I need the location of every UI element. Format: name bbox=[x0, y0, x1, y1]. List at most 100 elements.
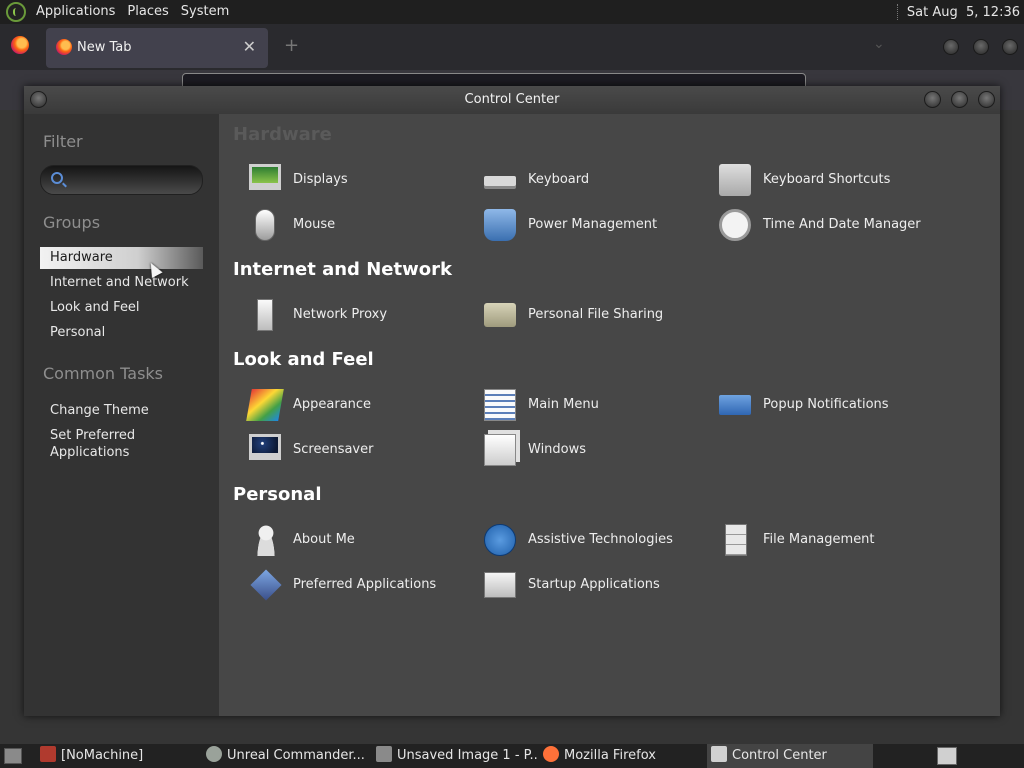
assistive-technologies-icon bbox=[484, 524, 516, 556]
filter-input[interactable] bbox=[40, 165, 203, 195]
task-nomachine[interactable]: [NoMachine] bbox=[40, 744, 200, 768]
panel-menu: Applications Places System bbox=[30, 0, 235, 24]
main-menu-icon bbox=[484, 389, 516, 421]
distro-logo-icon[interactable] bbox=[6, 2, 26, 22]
minimize-button[interactable] bbox=[943, 39, 959, 55]
sidebar-item-internet-and-network[interactable]: Internet and Network bbox=[40, 272, 203, 294]
item-label: Startup Applications bbox=[528, 577, 660, 592]
maximize-button[interactable] bbox=[973, 39, 989, 55]
task-change-theme[interactable]: Change Theme bbox=[50, 402, 200, 419]
popup-notifications-icon bbox=[719, 395, 751, 415]
nomachine-icon bbox=[40, 746, 56, 762]
about-me-icon bbox=[255, 524, 277, 556]
task-label: [NoMachine] bbox=[61, 748, 144, 763]
control-center-icon bbox=[711, 746, 727, 762]
keyboard-icon bbox=[484, 176, 516, 186]
groups-heading: Groups bbox=[43, 213, 101, 232]
item-label: Main Menu bbox=[528, 397, 599, 412]
item-assistive-technologies[interactable]: Assistive Technologies bbox=[484, 522, 714, 558]
network-proxy-icon bbox=[257, 299, 273, 331]
firefox-tabbar: New Tab ✕ + ⌄ bbox=[0, 24, 1024, 70]
item-label: File Management bbox=[763, 532, 875, 547]
common-tasks-heading: Common Tasks bbox=[43, 364, 164, 383]
sidebar-item-hardware[interactable]: Hardware bbox=[40, 247, 203, 269]
close-tab-icon[interactable]: ✕ bbox=[243, 37, 256, 56]
item-preferred-applications[interactable]: Preferred Applications bbox=[249, 567, 479, 603]
item-label: Keyboard bbox=[528, 172, 590, 187]
startup-applications-icon bbox=[484, 572, 516, 598]
item-label: Windows bbox=[528, 442, 587, 457]
item-label: Network Proxy bbox=[293, 307, 388, 322]
task-mozilla-firefox[interactable]: Mozilla Firefox bbox=[543, 744, 703, 768]
item-appearance[interactable]: Appearance bbox=[246, 387, 479, 423]
clock-area: Sat Aug 5, 12:36 bbox=[896, 0, 1020, 24]
firefox-tab-icon bbox=[56, 39, 72, 55]
item-popup-notifications[interactable]: Popup Notifications bbox=[719, 387, 949, 423]
menu-applications[interactable]: Applications bbox=[30, 0, 121, 24]
displays-icon bbox=[249, 164, 281, 190]
power-management-icon bbox=[484, 209, 516, 241]
firefox-tab-new-tab[interactable]: New Tab ✕ bbox=[46, 28, 268, 68]
item-label: Mouse bbox=[293, 217, 336, 232]
task-label: Unsaved Image 1 - P... bbox=[397, 748, 538, 763]
item-windows[interactable]: Windows bbox=[484, 432, 714, 468]
tab-label: New Tab bbox=[77, 40, 132, 55]
item-file-management[interactable]: File Management bbox=[719, 522, 949, 558]
mouse-icon bbox=[255, 209, 275, 241]
preferred-applications-icon bbox=[250, 569, 282, 601]
item-time-and-date-manager[interactable]: Time And Date Manager bbox=[719, 207, 949, 243]
menu-places[interactable]: Places bbox=[121, 0, 174, 24]
item-main-menu[interactable]: Main Menu bbox=[484, 387, 714, 423]
task-set-preferred-applications[interactable]: Set Preferred Applications bbox=[50, 427, 200, 461]
group-title-look-and-feel: Look and Feel bbox=[233, 349, 374, 370]
item-personal-file-sharing[interactable]: Personal File Sharing bbox=[484, 297, 714, 333]
window-menu-button[interactable] bbox=[30, 91, 47, 108]
task-unsaved-image[interactable]: Unsaved Image 1 - P... bbox=[376, 744, 538, 768]
window-titlebar[interactable]: Control Center bbox=[24, 86, 1000, 114]
sidebar-item-personal[interactable]: Personal bbox=[40, 322, 203, 344]
item-power-management[interactable]: Power Management bbox=[484, 207, 714, 243]
top-panel: Applications Places System Sat Aug 5, 12… bbox=[0, 0, 1024, 24]
sidebar-item-look-and-feel[interactable]: Look and Feel bbox=[40, 297, 203, 319]
task-unreal-commander[interactable]: Unreal Commander... bbox=[206, 744, 370, 768]
item-displays[interactable]: Displays bbox=[249, 162, 479, 198]
panel-separator bbox=[896, 4, 899, 20]
item-label: Displays bbox=[293, 172, 348, 187]
search-icon bbox=[51, 172, 63, 184]
file-sharing-icon bbox=[484, 303, 516, 327]
item-label: Preferred Applications bbox=[293, 577, 437, 592]
new-tab-button[interactable]: + bbox=[284, 35, 299, 56]
item-keyboard[interactable]: Keyboard bbox=[484, 162, 714, 198]
firefox-icon[interactable] bbox=[11, 36, 29, 54]
item-network-proxy[interactable]: Network Proxy bbox=[249, 297, 479, 333]
desktop: Applications Places System Sat Aug 5, 12… bbox=[0, 0, 1024, 768]
item-label: Keyboard Shortcuts bbox=[763, 172, 891, 187]
task-control-center[interactable]: Control Center bbox=[707, 744, 873, 768]
item-keyboard-shortcuts[interactable]: Keyboard Shortcuts bbox=[719, 162, 949, 198]
clock[interactable]: Sat Aug 5, 12:36 bbox=[907, 5, 1020, 20]
menu-system[interactable]: System bbox=[175, 0, 235, 24]
unreal-commander-icon bbox=[206, 746, 222, 762]
item-startup-applications[interactable]: Startup Applications bbox=[484, 567, 714, 603]
paint-icon bbox=[376, 746, 392, 762]
file-management-icon bbox=[725, 524, 747, 556]
item-screensaver[interactable]: Screensaver bbox=[249, 432, 479, 468]
task-label: Unreal Commander... bbox=[227, 748, 365, 763]
chevron-down-icon[interactable]: ⌄ bbox=[873, 36, 885, 52]
minimize-button[interactable] bbox=[924, 91, 941, 108]
show-desktop-icon[interactable] bbox=[4, 748, 22, 764]
windows-icon bbox=[484, 434, 516, 466]
item-about-me[interactable]: About Me bbox=[249, 522, 479, 558]
item-label: Appearance bbox=[293, 397, 372, 412]
workspace-switcher-icon[interactable] bbox=[937, 747, 957, 765]
screensaver-icon bbox=[249, 434, 281, 460]
maximize-button[interactable] bbox=[951, 91, 968, 108]
clock-icon bbox=[719, 209, 751, 241]
control-center-window: Control Center Filter Groups Hardware In… bbox=[24, 86, 1000, 716]
item-label: Power Management bbox=[528, 217, 658, 232]
close-button[interactable] bbox=[978, 91, 995, 108]
close-button[interactable] bbox=[1002, 39, 1018, 55]
item-label: Screensaver bbox=[293, 442, 374, 457]
group-title-personal: Personal bbox=[233, 484, 322, 505]
item-mouse[interactable]: Mouse bbox=[249, 207, 479, 243]
